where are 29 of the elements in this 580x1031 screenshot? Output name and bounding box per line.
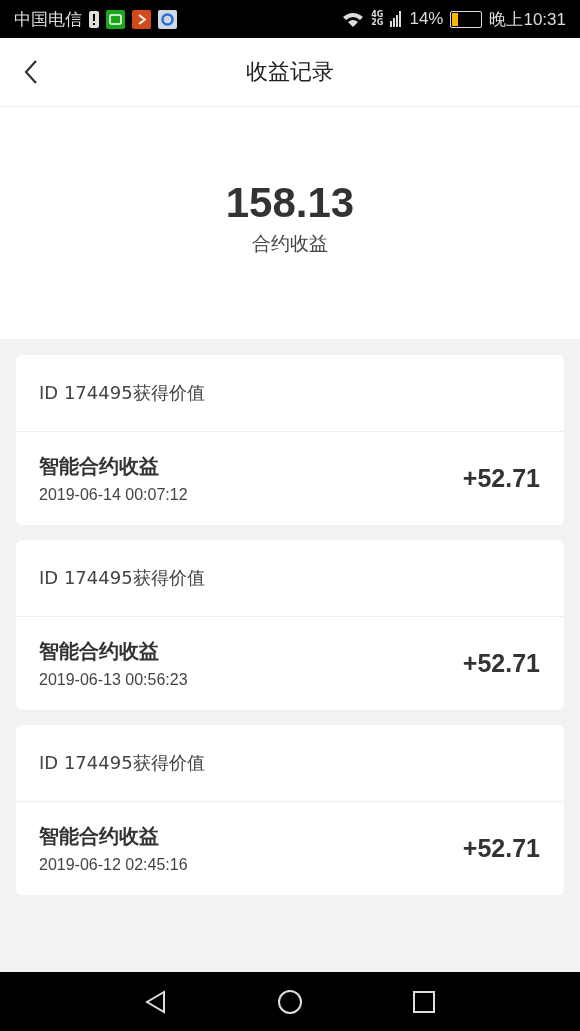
browser-app-icon — [158, 9, 177, 29]
home-icon[interactable] — [277, 988, 303, 1015]
page-title: 收益记录 — [246, 58, 334, 86]
record-name: 智能合约收益 — [39, 638, 160, 665]
battery-percent: 14% — [409, 9, 444, 29]
network-label: 4G — [371, 11, 384, 19]
alert-icon — [89, 10, 99, 28]
clock-time: 晚上10:31 — [489, 8, 566, 31]
battery-icon — [450, 10, 483, 28]
signal-icon — [390, 11, 403, 27]
video-app-icon — [106, 9, 125, 29]
record-amount: +52.71 — [462, 834, 540, 863]
amount-label: 合约收益 — [252, 231, 328, 256]
wifi-icon — [342, 11, 365, 27]
record-time: 2019-06-13 00:56:23 — [39, 671, 188, 689]
play-app-icon — [132, 9, 151, 29]
record-name: 智能合约收益 — [39, 453, 160, 480]
network-label: 2G — [371, 19, 384, 27]
total-amount: 158.13 — [225, 179, 355, 227]
record-amount: +52.71 — [462, 649, 540, 678]
record-source: ID 174495获得价值 — [39, 566, 205, 590]
record-time: 2019-06-14 00:07:12 — [39, 486, 188, 504]
record-source: ID 174495获得价值 — [39, 381, 205, 405]
record-source: ID 174495获得价值 — [39, 751, 205, 775]
record-name: 智能合约收益 — [39, 823, 160, 850]
record-amount: +52.71 — [462, 464, 540, 493]
recents-icon[interactable] — [411, 989, 436, 1014]
carrier-name: 中国电信 — [14, 8, 82, 31]
record-time: 2019-06-12 02:45:16 — [39, 856, 188, 874]
